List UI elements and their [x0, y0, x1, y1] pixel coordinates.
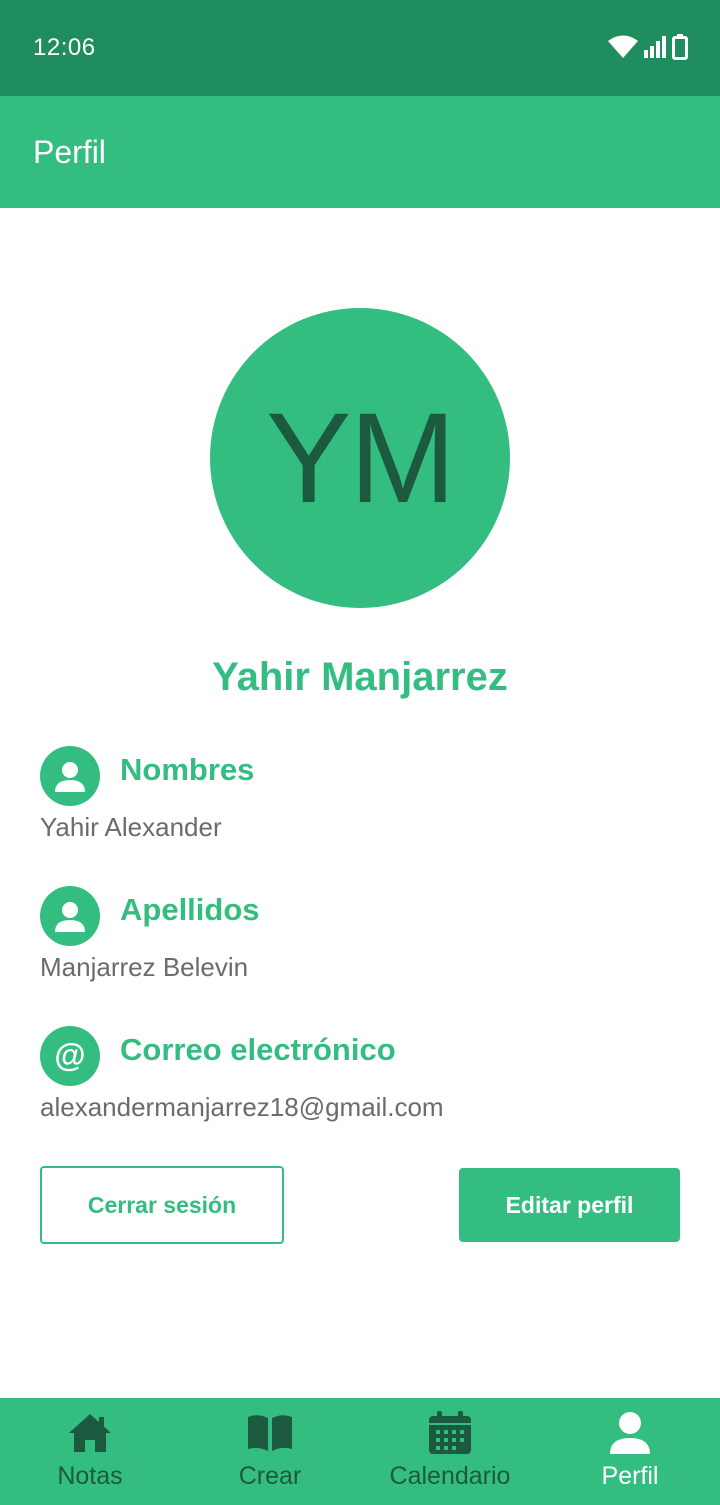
nav-label: Notas — [57, 1462, 123, 1490]
avatar-initials: YM — [266, 387, 456, 530]
field-label: Apellidos — [120, 892, 260, 927]
field-value: Yahir Alexander — [40, 812, 222, 842]
status-icons — [608, 34, 688, 65]
nav-label: Crear — [238, 1462, 302, 1490]
edit-profile-button[interactable]: Editar perfil — [459, 1168, 680, 1242]
avatar: YM — [210, 308, 510, 608]
status-time: 12:06 — [33, 34, 96, 61]
at-icon: @ — [40, 1026, 100, 1086]
field-label: Correo electrónico — [120, 1032, 396, 1067]
calendar-icon — [428, 1410, 472, 1456]
person-icon — [609, 1410, 651, 1456]
battery-icon — [672, 34, 688, 65]
bottom-nav: Notas Crear Calendario Perfil — [0, 1398, 720, 1505]
nav-label: Calendario — [389, 1462, 511, 1490]
nav-item-calendario[interactable]: Calendario — [360, 1398, 540, 1505]
nav-label: Perfil — [601, 1462, 659, 1490]
person-icon — [40, 886, 100, 946]
field-value: alexandermanjarrez18@gmail.com — [40, 1092, 444, 1122]
logout-button[interactable]: Cerrar sesión — [40, 1166, 284, 1244]
field-value: Manjarrez Belevin — [40, 952, 249, 982]
book-icon — [246, 1410, 294, 1456]
nav-item-crear[interactable]: Crear — [180, 1398, 360, 1505]
nav-item-perfil[interactable]: Perfil — [540, 1398, 720, 1505]
home-icon — [67, 1410, 113, 1456]
signal-icon — [644, 36, 666, 63]
wifi-icon — [608, 35, 638, 64]
app-bar: Perfil — [0, 96, 720, 208]
page-title: Perfil — [33, 134, 106, 170]
at-glyph: @ — [54, 1037, 86, 1073]
field-label: Nombres — [120, 752, 255, 787]
profile-name: Yahir Manjarrez — [212, 655, 508, 699]
status-bar: 12:06 — [0, 0, 720, 96]
person-icon — [40, 746, 100, 806]
nav-item-notas[interactable]: Notas — [0, 1398, 180, 1505]
